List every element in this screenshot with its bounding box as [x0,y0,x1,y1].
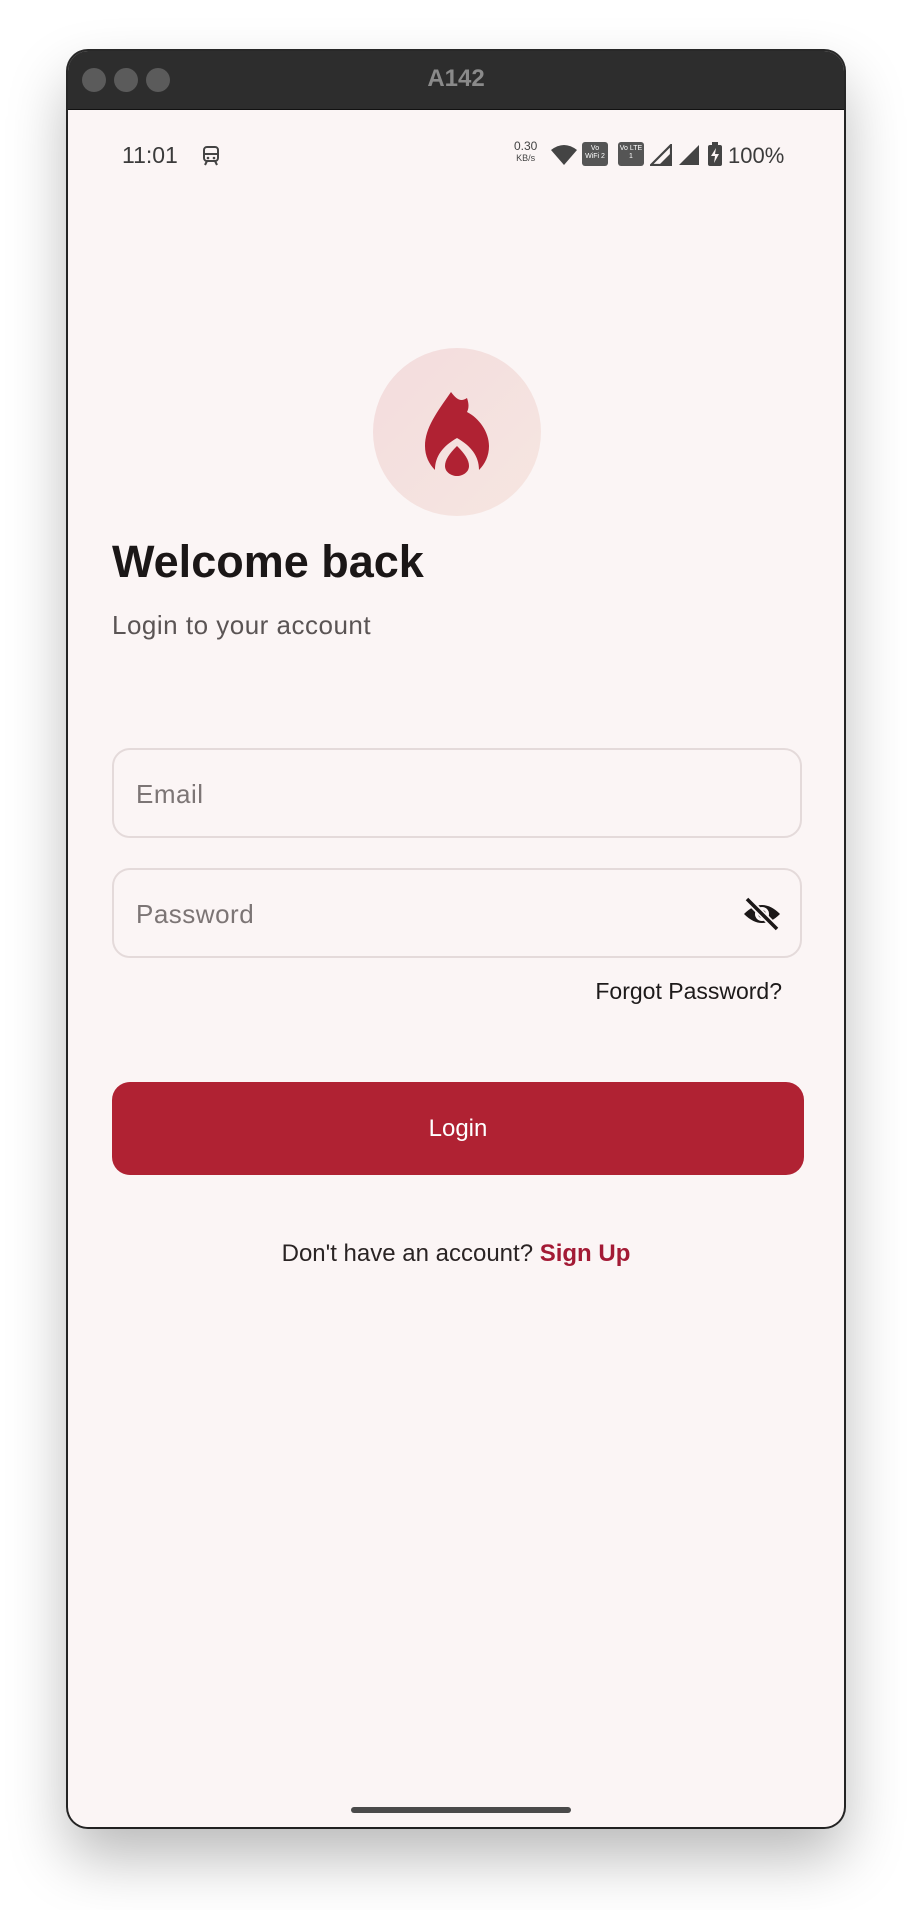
signal-icon [678,144,700,171]
status-bar: 11:01 0.30 KB/s Vo WiFi 2 Vo LTE 1 100% [70,110,842,202]
home-indicator[interactable] [351,1807,571,1813]
password-input[interactable] [134,870,718,958]
app-window: A142 11:01 0.30 KB/s Vo WiFi 2 Vo LTE 1 … [68,51,844,1827]
login-button[interactable]: Login [112,1082,804,1175]
flame-icon [425,392,489,476]
page-subtitle: Login to your account [112,610,372,640]
phone-screen: 11:01 0.30 KB/s Vo WiFi 2 Vo LTE 1 100% … [70,110,842,1827]
vowifi-badge-text: Vo WiFi 2 [585,145,605,160]
net-speed-value: 0.30 [514,139,538,153]
window-titlebar: A142 [68,51,844,110]
signup-link[interactable]: Sign Up [540,1240,631,1267]
wifi-icon [550,144,578,171]
signal-icon [648,142,673,171]
page-title: Welcome back [112,536,424,587]
volte-badge-text: Vo LTE 1 [619,145,643,160]
eye-off-icon[interactable] [742,896,782,932]
forgot-password-link[interactable]: Forgot Password? [590,978,782,1005]
vowifi-icon: Vo WiFi 2 [582,142,608,171]
battery-percent: 100% [728,143,785,168]
net-speed-unit: KB/s [516,153,536,163]
battery-charging-icon [708,142,722,171]
status-time: 11:01 [122,142,178,168]
signup-row: Don't have an account? Sign Up [70,1240,842,1268]
train-icon [202,146,220,171]
volte-icon: Vo LTE 1 [618,142,644,171]
password-field[interactable] [112,868,802,958]
email-input[interactable] [134,750,718,838]
net-speed: 0.30 KB/s [514,140,537,164]
email-field[interactable] [112,748,802,838]
window-title: A142 [427,65,485,92]
no-account-text: Don't have an account? [281,1240,534,1267]
app-logo [373,348,541,516]
